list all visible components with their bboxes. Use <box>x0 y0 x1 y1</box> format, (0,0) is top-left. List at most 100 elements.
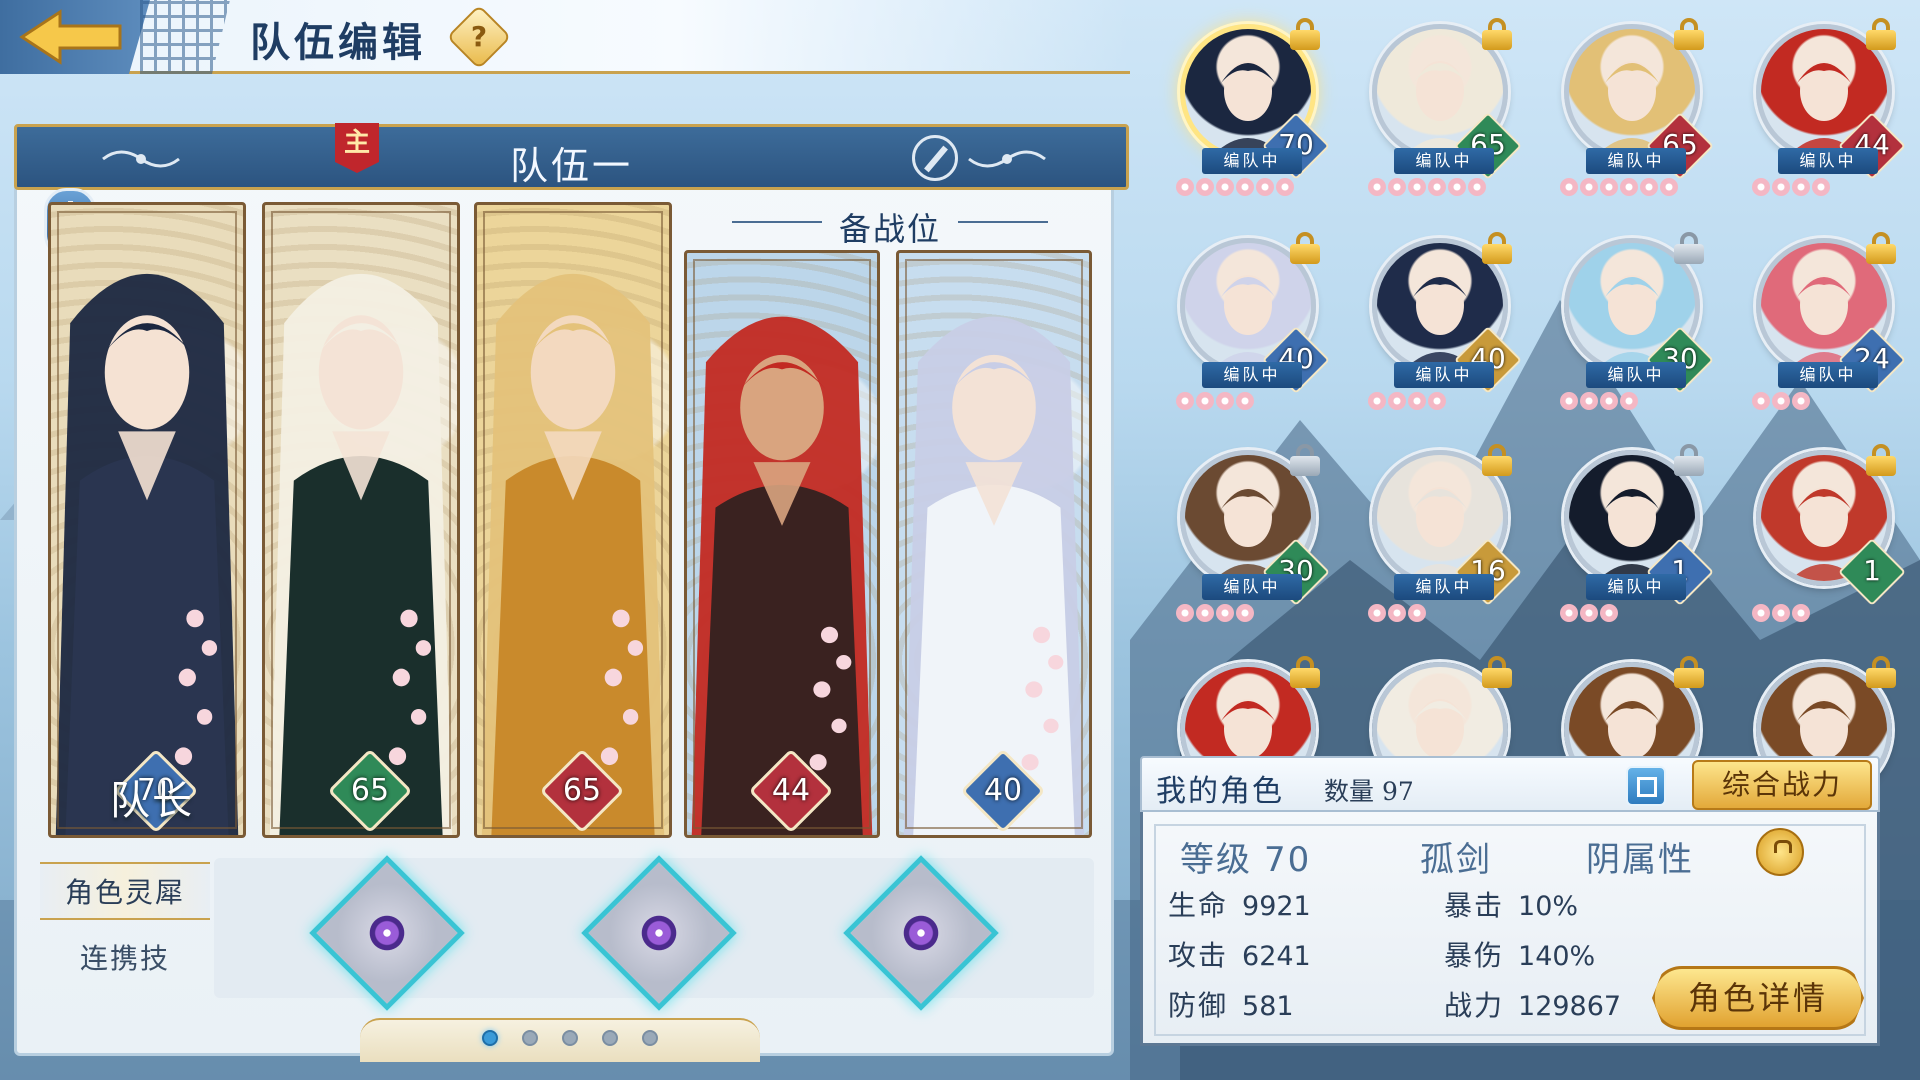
lock-icon[interactable] <box>1674 444 1704 476</box>
team-card-leader[interactable]: 70 <box>48 202 246 838</box>
petal-icon <box>1216 604 1234 622</box>
lock-icon[interactable] <box>1290 656 1320 688</box>
in-team-badge: 编队中 <box>1202 148 1302 174</box>
petal-icon <box>1388 604 1406 622</box>
lock-toggle-icon[interactable] <box>1756 828 1804 876</box>
page-dot[interactable] <box>642 1030 658 1046</box>
lock-icon[interactable] <box>1866 656 1896 688</box>
lock-icon[interactable] <box>1290 444 1320 476</box>
in-team-badge: 编队中 <box>1394 362 1494 388</box>
petal-icon <box>1620 392 1638 410</box>
stat-atk: 攻击 6241 <box>1168 934 1311 974</box>
sort-order-toggle-icon[interactable] <box>1626 766 1666 806</box>
team-name[interactable]: 队伍一 <box>17 135 1126 190</box>
rank-petals <box>1176 604 1256 632</box>
lock-icon[interactable] <box>1290 232 1320 264</box>
petal-icon <box>1368 178 1386 196</box>
roster-character[interactable]: 65 编队中 <box>1364 14 1524 204</box>
captain-label: 队长 <box>110 778 194 824</box>
lock-icon[interactable] <box>1866 232 1896 264</box>
card-frame <box>271 211 451 829</box>
roster-character[interactable]: 40 编队中 <box>1172 228 1332 418</box>
lock-icon[interactable] <box>1674 656 1704 688</box>
roster-character[interactable]: 30 编队中 <box>1556 228 1716 418</box>
stat-hp: 生命 9921 <box>1168 884 1311 924</box>
petal-icon <box>1196 604 1214 622</box>
roster-character[interactable]: 44 编队中 <box>1748 14 1908 204</box>
lock-icon[interactable] <box>1866 18 1896 50</box>
petal-icon <box>1428 178 1446 196</box>
page-dot[interactable] <box>482 1030 498 1046</box>
page-dot[interactable] <box>562 1030 578 1046</box>
petal-icon <box>1368 392 1386 410</box>
page-dot[interactable] <box>522 1030 538 1046</box>
lock-icon[interactable] <box>1482 232 1512 264</box>
petal-icon <box>1236 392 1254 410</box>
petal-icon <box>1408 604 1426 622</box>
team-card-member[interactable]: 65 <box>262 202 460 838</box>
character-detail-button[interactable]: 角色详情 <box>1652 966 1864 1030</box>
stat-critdmg-value: 140% <box>1518 941 1596 972</box>
stat-atk-value: 6241 <box>1242 941 1311 972</box>
petal-icon <box>1236 604 1254 622</box>
stat-critdmg-label: 暴伤 <box>1444 939 1505 972</box>
petal-icon <box>1176 178 1194 196</box>
stat-atk-label: 攻击 <box>1168 939 1229 972</box>
level-value: 44 <box>771 773 811 808</box>
back-arrow-icon <box>19 9 122 65</box>
petal-icon <box>1812 178 1830 196</box>
card-frame <box>693 259 871 829</box>
rank-petals <box>1368 178 1488 206</box>
petal-icon <box>1772 392 1790 410</box>
page-indicator <box>360 1018 760 1062</box>
back-button[interactable] <box>0 0 150 74</box>
tab-spirit[interactable]: 角色灵犀 <box>40 862 210 920</box>
reserve-title: 备战位 <box>838 210 941 248</box>
lock-icon[interactable] <box>1674 232 1704 264</box>
lock-icon[interactable] <box>1290 18 1320 50</box>
sort-by-power-button[interactable]: 综合战力 <box>1692 760 1872 810</box>
team-card-reserve[interactable]: 44 <box>684 250 880 838</box>
rename-team-icon[interactable] <box>912 135 958 181</box>
lock-icon[interactable] <box>1482 18 1512 50</box>
petal-icon <box>1256 178 1274 196</box>
level-value: 65 <box>350 773 390 808</box>
roster-character[interactable]: 1 编队中 <box>1556 440 1716 630</box>
lock-icon[interactable] <box>1482 656 1512 688</box>
level-value: 70 <box>1264 840 1312 880</box>
petal-icon <box>1428 392 1446 410</box>
stat-crit-value: 10% <box>1518 891 1579 922</box>
in-team-badge: 编队中 <box>1586 148 1686 174</box>
team-card-reserve[interactable]: 40 <box>896 250 1092 838</box>
stat-def-value: 581 <box>1242 991 1294 1022</box>
lock-icon[interactable] <box>1482 444 1512 476</box>
in-team-badge: 编队中 <box>1394 148 1494 174</box>
roster-character[interactable]: 1 <box>1748 440 1908 630</box>
lock-icon[interactable] <box>1866 444 1896 476</box>
petal-icon <box>1176 392 1194 410</box>
petal-icon <box>1196 392 1214 410</box>
lock-icon[interactable] <box>1674 18 1704 50</box>
roster-character[interactable]: 24 编队中 <box>1748 228 1908 418</box>
page-dot[interactable] <box>602 1030 618 1046</box>
petal-icon <box>1600 392 1618 410</box>
petal-icon <box>1792 178 1810 196</box>
tab-combo[interactable]: 连携技 <box>40 930 210 988</box>
petal-icon <box>1560 178 1578 196</box>
card-frame <box>905 259 1083 829</box>
rank-petals <box>1368 604 1428 632</box>
stat-hp-label: 生命 <box>1168 889 1229 922</box>
level-line: 等级 70 <box>1180 832 1311 881</box>
roster-character[interactable]: 16 编队中 <box>1364 440 1524 630</box>
team-header: 主 队伍一 <box>14 123 1129 190</box>
help-icon-glyph: ? <box>470 20 488 53</box>
team-card-member[interactable]: 65 <box>474 202 672 838</box>
roster-character[interactable]: 65 编队中 <box>1556 14 1716 204</box>
petal-icon <box>1772 604 1790 622</box>
roster-character[interactable]: 40 编队中 <box>1364 228 1524 418</box>
rank-petals <box>1752 604 1812 632</box>
roster-count: 数量 97 <box>1324 777 1414 806</box>
roster-character[interactable]: 70 编队中 <box>1172 14 1332 204</box>
petal-icon <box>1792 392 1810 410</box>
roster-character[interactable]: 30 编队中 <box>1172 440 1332 630</box>
